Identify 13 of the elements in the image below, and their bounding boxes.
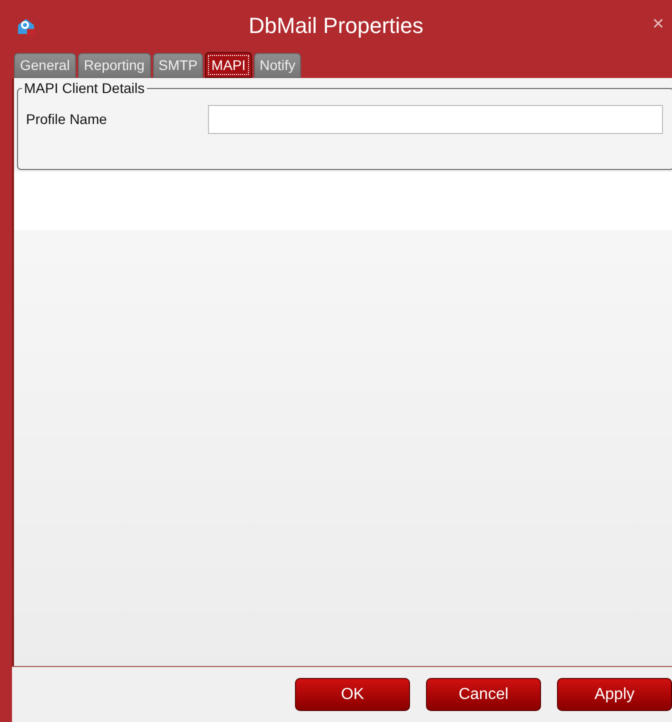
tab[interactable]: Notify xyxy=(254,53,302,78)
tab[interactable]: Reporting xyxy=(78,53,151,78)
dialog-button[interactable]: OK xyxy=(295,678,410,711)
dialog-button[interactable]: Cancel xyxy=(426,678,541,711)
close-button[interactable]: × xyxy=(652,14,664,34)
tab[interactable]: MAPI xyxy=(205,52,252,78)
input-field[interactable] xyxy=(208,105,663,134)
tab[interactable]: General xyxy=(14,53,76,78)
field-label: Profile Name xyxy=(26,110,108,129)
tab[interactable]: SMTP xyxy=(152,53,204,78)
mail-app-icon xyxy=(16,17,36,37)
window-title: DbMail Properties xyxy=(248,12,424,40)
dialog-button[interactable]: Apply xyxy=(557,678,672,711)
